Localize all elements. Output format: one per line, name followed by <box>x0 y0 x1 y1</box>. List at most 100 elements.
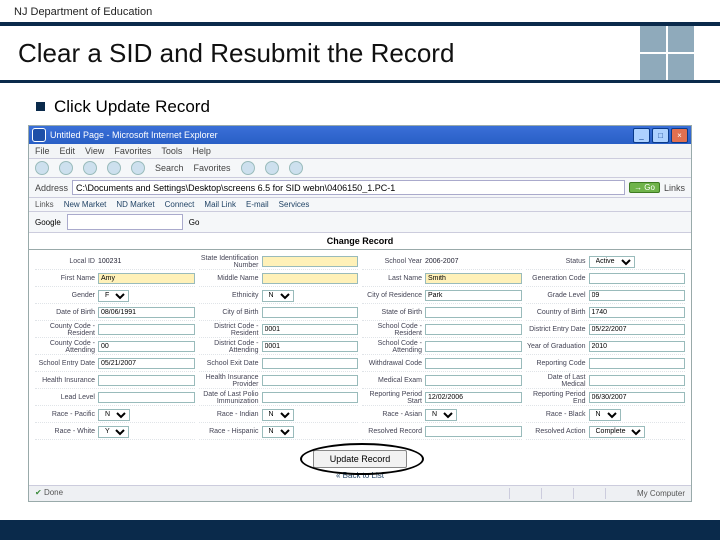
link-email[interactable]: E-mail <box>246 200 269 209</box>
lbl-stateofbirth: State of Birth <box>362 309 425 316</box>
val-gender[interactable]: F <box>98 290 195 302</box>
val-status[interactable]: Active <box>589 256 686 268</box>
val-schoolentry[interactable] <box>98 358 195 369</box>
val-polio[interactable] <box>262 392 359 403</box>
google-search-input[interactable] <box>67 214 183 230</box>
screenshot-ie-window: Untitled Page - Microsoft Internet Explo… <box>28 125 692 502</box>
lbl-countryofbirth: Country of Birth <box>526 309 589 316</box>
val-cityres[interactable] <box>425 290 522 301</box>
menu-view[interactable]: View <box>85 146 104 156</box>
val-raceblk[interactable]: N <box>589 409 686 421</box>
val-middlename[interactable] <box>262 273 359 284</box>
menu-edit[interactable]: Edit <box>60 146 76 156</box>
val-racewht[interactable]: Y <box>98 426 195 438</box>
menu-file[interactable]: File <box>35 146 50 156</box>
val-schoolres[interactable] <box>425 324 522 335</box>
val-repend[interactable] <box>589 392 686 403</box>
val-lastmed[interactable] <box>589 375 686 386</box>
mail-icon[interactable] <box>265 161 279 175</box>
ie-toolbar: Search Favorites <box>29 159 691 178</box>
address-input[interactable] <box>72 180 625 195</box>
link-ndmarket[interactable]: ND Market <box>116 200 154 209</box>
val-stateofbirth[interactable] <box>425 307 522 318</box>
val-countyatt[interactable] <box>98 341 195 352</box>
go-button[interactable]: → Go <box>629 182 660 193</box>
lbl-lastname: Last Name <box>362 275 425 282</box>
ie-links-bar: Links New Market ND Market Connect Mail … <box>29 198 691 212</box>
menu-help[interactable]: Help <box>192 146 211 156</box>
window-maximize-button[interactable]: □ <box>652 128 669 143</box>
ie-address-bar: Address → Go Links <box>29 178 691 198</box>
links-caption: Links <box>35 200 54 209</box>
history-icon[interactable] <box>241 161 255 175</box>
title-banner: Clear a SID and Resubmit the Record <box>0 26 720 83</box>
status-zone: My Computer <box>637 489 685 498</box>
toolbar-favorites[interactable]: Favorites <box>194 163 231 173</box>
val-gradyear[interactable] <box>589 341 686 352</box>
ie-menubar: File Edit View Favorites Tools Help <box>29 144 691 159</box>
print-icon[interactable] <box>289 161 303 175</box>
lbl-racepac: Race - Pacific <box>35 411 98 418</box>
forward-icon[interactable] <box>59 161 73 175</box>
val-healthins[interactable] <box>98 375 195 386</box>
link-newmarket[interactable]: New Market <box>64 200 107 209</box>
val-schoolyear[interactable]: 2006-2007 <box>425 258 522 265</box>
toolbar-search[interactable]: Search <box>155 163 184 173</box>
val-repstart[interactable] <box>425 392 522 403</box>
lbl-healthprov: Health Insurance Provider <box>199 374 262 388</box>
lbl-status: Status <box>526 258 589 265</box>
link-connect[interactable]: Connect <box>165 200 195 209</box>
val-distres[interactable] <box>262 324 359 335</box>
val-schoolexit[interactable] <box>262 358 359 369</box>
val-cityofbirth[interactable] <box>262 307 359 318</box>
val-firstname[interactable] <box>98 273 195 284</box>
lbl-racehsp: Race - Hispanic <box>199 428 262 435</box>
lbl-gender: Gender <box>35 292 98 299</box>
link-mailink[interactable]: Mail Link <box>204 200 236 209</box>
val-localid[interactable]: 100231 <box>98 258 195 265</box>
val-raceasn[interactable]: N <box>425 409 522 421</box>
menu-favorites[interactable]: Favorites <box>114 146 151 156</box>
val-sid[interactable] <box>262 256 359 267</box>
val-racehsp[interactable]: N <box>262 426 359 438</box>
val-racepac[interactable]: N <box>98 409 195 421</box>
lbl-repstart: Reporting Period Start <box>362 391 425 405</box>
val-medexam[interactable] <box>425 375 522 386</box>
link-services[interactable]: Services <box>279 200 310 209</box>
lbl-medexam: Medical Exam <box>362 377 425 384</box>
home-icon[interactable] <box>131 161 145 175</box>
refresh-icon[interactable] <box>107 161 121 175</box>
window-close-button[interactable]: × <box>671 128 688 143</box>
val-lastname[interactable] <box>425 273 522 284</box>
val-countyres[interactable] <box>98 324 195 335</box>
stop-icon[interactable] <box>83 161 97 175</box>
val-distentrydate[interactable] <box>589 324 686 335</box>
val-healthprov[interactable] <box>262 375 359 386</box>
val-resrecord[interactable] <box>425 426 522 437</box>
val-withdrawcode[interactable] <box>425 358 522 369</box>
val-ethnicity[interactable]: N <box>262 290 359 302</box>
val-gencode[interactable] <box>589 273 686 284</box>
val-repcode[interactable] <box>589 358 686 369</box>
back-icon[interactable] <box>35 161 49 175</box>
google-go[interactable]: Go <box>189 218 200 227</box>
menu-tools[interactable]: Tools <box>161 146 182 156</box>
val-distatt[interactable] <box>262 341 359 352</box>
val-gradelevel[interactable] <box>589 290 686 301</box>
lbl-polio: Date of Last Polio Immunization <box>199 391 262 405</box>
window-minimize-button[interactable]: _ <box>633 128 650 143</box>
val-resaction[interactable]: Complete <box>589 426 686 438</box>
instruction-bullet: Click Update Record <box>36 97 720 117</box>
val-countryofbirth[interactable] <box>589 307 686 318</box>
bullet-square-icon <box>36 102 45 111</box>
lbl-countyatt: County Code - Attending <box>35 340 98 354</box>
val-leadlevel[interactable] <box>98 392 195 403</box>
lbl-gencode: Generation Code <box>526 275 589 282</box>
lbl-ethnicity: Ethnicity <box>199 292 262 299</box>
links-label: Links <box>664 183 685 193</box>
val-schoolatt[interactable] <box>425 341 522 352</box>
record-form: Local ID100231 State Identification Numb… <box>29 250 691 444</box>
lbl-schoolentry: School Entry Date <box>35 360 98 367</box>
val-dob[interactable] <box>98 307 195 318</box>
val-raceind[interactable]: N <box>262 409 359 421</box>
